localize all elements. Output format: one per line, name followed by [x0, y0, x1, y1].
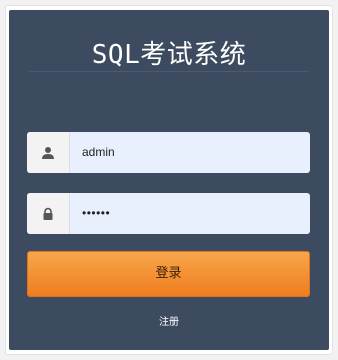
- password-field[interactable]: ••••••: [27, 193, 310, 234]
- lock-icon: [27, 193, 70, 234]
- password-input[interactable]: ••••••: [82, 193, 110, 234]
- page-title: SQL考试系统: [91, 40, 247, 70]
- username-input[interactable]: admin: [82, 132, 115, 173]
- title-divider: [29, 71, 309, 72]
- login-panel: SQL考试系统 admin •••••• 登录 注册: [9, 10, 329, 350]
- username-field[interactable]: admin: [27, 132, 310, 173]
- register-link[interactable]: 注册: [9, 313, 329, 328]
- user-icon: [27, 132, 70, 173]
- login-button[interactable]: 登录: [27, 251, 310, 297]
